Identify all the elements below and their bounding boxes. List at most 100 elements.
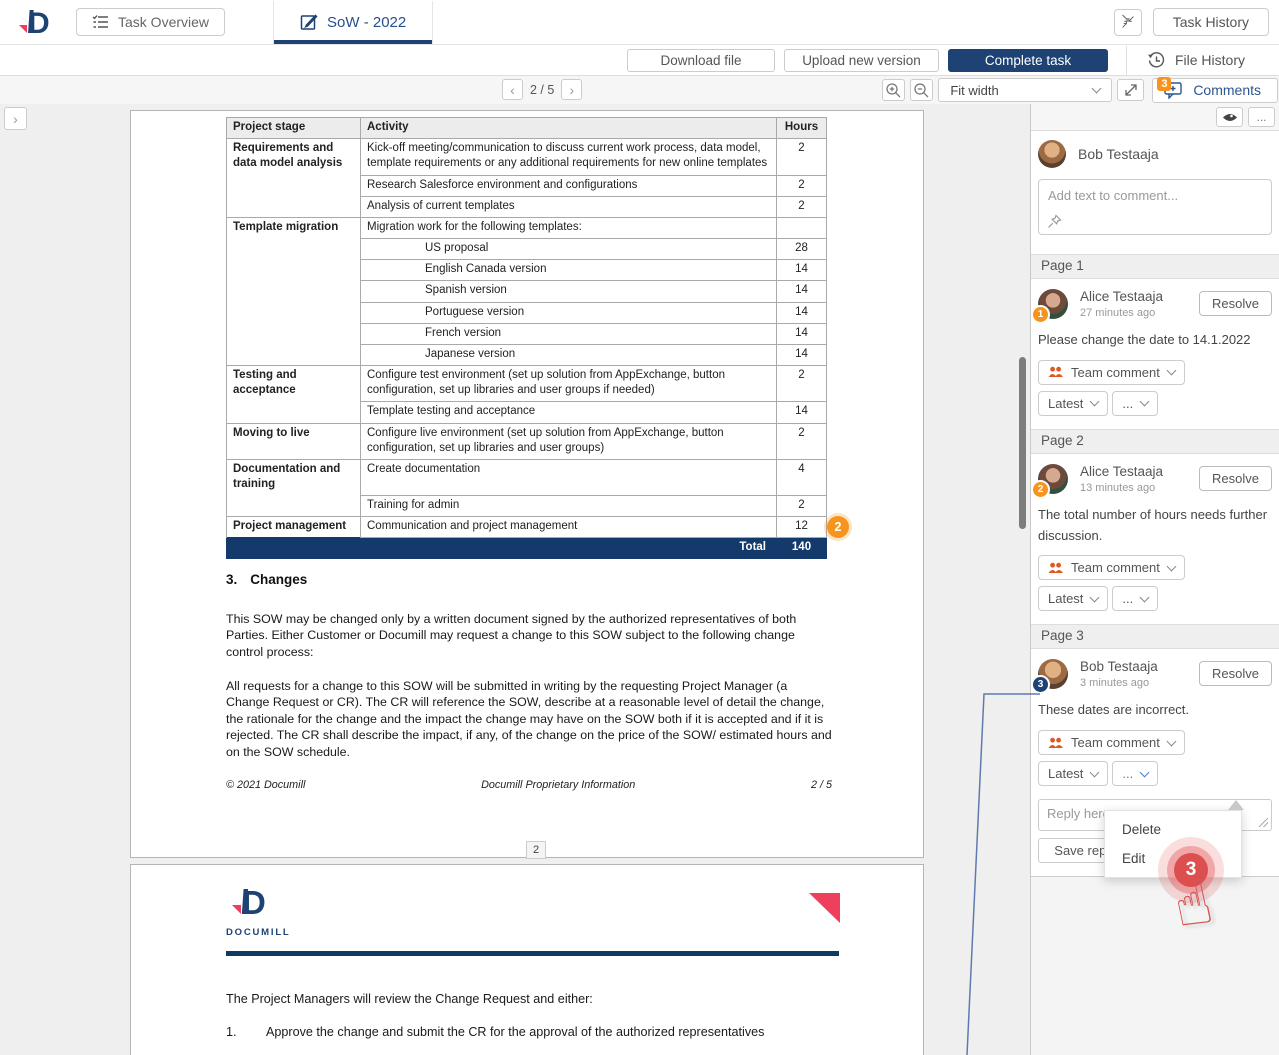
table-row: Moving to liveConfigure live environment… (227, 423, 827, 459)
file-history-label: File History (1175, 52, 1245, 68)
viewer-toolbar: ‹ 2 / 5 › Fit width (0, 76, 1279, 105)
task-history-button[interactable]: Task History (1153, 8, 1269, 36)
documill-logo-icon: D (226, 883, 278, 921)
comment-number-badge: 2 (1031, 480, 1050, 499)
page-section-header: Page 3 (1031, 624, 1279, 649)
corner-triangle-decoration (809, 893, 840, 923)
viewer-scrollbar-thumb[interactable] (1019, 357, 1026, 529)
previous-page-button[interactable]: ‹ (502, 79, 523, 100)
comment-text: These dates are incorrect. (1038, 700, 1272, 721)
comment-number-badge: 1 (1031, 305, 1050, 324)
comment-more-dropdown[interactable]: ... (1112, 391, 1158, 416)
table-row: Testing and acceptanceConfigure test env… (227, 366, 827, 402)
comments-toggle-button[interactable]: 3 Comments (1152, 78, 1278, 103)
sort-dropdown[interactable]: Latest (1038, 391, 1108, 416)
collapse-icon (1121, 13, 1135, 31)
table-row: US proposal28 (227, 239, 827, 260)
comments-sidebar: ... Bob Testaaja Add text to comment... … (1030, 104, 1279, 1055)
comment-text: Please change the date to 14.1.2022 (1038, 330, 1272, 351)
chevron-down-icon (1090, 767, 1100, 777)
comment-timestamp: 3 minutes ago (1080, 677, 1199, 689)
document-paragraph: This SOW may be changed only by a writte… (226, 611, 832, 660)
sow-hours-table: Project stage Activity Hours Requirement… (226, 117, 827, 559)
page-navigation: ‹ 2 / 5 › (502, 79, 582, 100)
comment-timestamp: 27 minutes ago (1080, 307, 1199, 319)
complete-task-button[interactable]: Complete task (948, 49, 1108, 72)
download-file-button[interactable]: Download file (627, 49, 775, 72)
comment-text: The total number of hours needs further … (1038, 505, 1272, 547)
table-row: English Canada version14 (227, 260, 827, 281)
task-overview-button[interactable]: Task Overview (76, 8, 225, 36)
document-comment-marker-2[interactable]: 2 (827, 516, 849, 538)
visibility-toggle-button[interactable] (1216, 107, 1243, 127)
brand-wordmark: DOCUMILL (226, 927, 296, 938)
resolve-button[interactable]: Resolve (1199, 661, 1272, 686)
sidebar-header: ... (1031, 104, 1279, 131)
team-comment-dropdown[interactable]: Team comment (1038, 360, 1185, 385)
resize-handle-icon[interactable] (1259, 818, 1268, 827)
comment-timestamp: 13 minutes ago (1080, 482, 1199, 494)
team-icon (1048, 366, 1063, 378)
sort-dropdown[interactable]: Latest (1038, 586, 1108, 611)
comment-card: 2 Alice Testaaja 13 minutes ago Resolve … (1031, 454, 1279, 625)
history-clock-icon (1147, 51, 1166, 70)
new-comment-input[interactable]: Add text to comment... (1038, 179, 1272, 235)
comment-more-dropdown[interactable]: ... (1112, 761, 1158, 786)
comment-author-name: Bob Testaaja (1080, 659, 1199, 674)
fit-mode-select[interactable]: Fit width (938, 78, 1112, 102)
sort-dropdown[interactable]: Latest (1038, 761, 1108, 786)
footer-copyright: © 2021 Documill (226, 779, 305, 791)
document-page-3: D DOCUMILL The Project Managers will rev… (130, 864, 924, 1055)
divider (1126, 46, 1127, 75)
collapse-panel-button[interactable] (1114, 9, 1142, 36)
table-row: Portuguese version14 (227, 302, 827, 323)
eye-icon (1222, 112, 1238, 123)
chevron-down-icon (1166, 736, 1176, 746)
comments-label: Comments (1193, 82, 1261, 98)
expand-left-panel-button[interactable]: › (4, 107, 27, 130)
comment-sections: Page 1 1 Alice Testaaja 27 minutes ago R… (1031, 254, 1279, 876)
next-page-button[interactable]: › (561, 79, 582, 100)
documill-app: D Task Overview SoW - 2022 (0, 0, 1279, 1055)
column-header: Activity (361, 118, 777, 139)
resolve-button[interactable]: Resolve (1199, 466, 1272, 491)
table-row: Spanish version14 (227, 281, 827, 302)
page-separator-label: 2 (526, 841, 546, 859)
document-paragraph: The Project Managers will review the Cha… (226, 992, 593, 1006)
chevron-down-icon (1090, 592, 1100, 602)
edit-document-icon (300, 13, 318, 31)
footer-page-number: 2 / 5 (811, 779, 832, 791)
team-comment-dropdown[interactable]: Team comment (1038, 555, 1185, 580)
documill-logo-icon: D (16, 5, 66, 39)
total-value: 140 (777, 538, 827, 559)
sidebar-empty-area (1031, 876, 1279, 1055)
team-comment-dropdown[interactable]: Team comment (1038, 730, 1185, 755)
comment-card: 1 Alice Testaaja 27 minutes ago Resolve … (1031, 279, 1279, 429)
menu-item-delete[interactable]: Delete (1105, 815, 1241, 844)
chevron-down-icon (1140, 397, 1150, 407)
top-tab-bar: D Task Overview SoW - 2022 (0, 0, 1279, 45)
menu-item-edit[interactable]: Edit (1105, 844, 1241, 873)
file-history-button[interactable]: File History (1141, 50, 1251, 71)
menu-arrow (1228, 800, 1244, 810)
comment-more-dropdown[interactable]: ... (1112, 586, 1158, 611)
table-row: Analysis of current templates2 (227, 196, 827, 217)
fullscreen-button[interactable] (1117, 79, 1144, 101)
zoom-in-button[interactable] (882, 79, 905, 101)
zoom-out-button[interactable] (910, 79, 933, 101)
upload-new-version-button[interactable]: Upload new version (784, 49, 939, 72)
expand-icon (1123, 82, 1139, 98)
fit-mode-value: Fit width (950, 83, 998, 98)
page-section-header: Page 1 (1031, 254, 1279, 279)
tab-sow-2022[interactable]: SoW - 2022 (273, 1, 433, 44)
resolve-button[interactable]: Resolve (1199, 291, 1272, 316)
sow-table-body: Requirements and data model analysisKick… (227, 139, 827, 538)
comments-count-badge: 3 (1157, 77, 1171, 91)
chevron-down-icon (1092, 84, 1102, 94)
table-row: French version14 (227, 323, 827, 344)
list-icon (92, 14, 109, 30)
document-paragraph: All requests for a change to this SOW wi… (226, 678, 832, 760)
chevron-down-icon (1166, 366, 1176, 376)
current-user-avatar (1038, 140, 1066, 168)
sidebar-more-button[interactable]: ... (1248, 107, 1275, 127)
